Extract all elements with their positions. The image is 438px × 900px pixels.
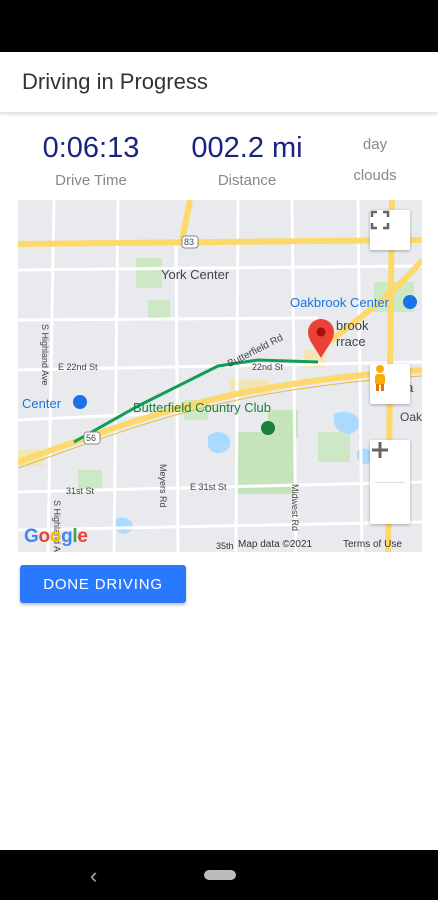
trip-stats: 0:06:13 Drive Time 002.2 mi Distance day… [0, 128, 438, 198]
distance-value: 002.2 mi [191, 132, 303, 164]
map-label-oak-brook: Oak Bro [400, 410, 422, 424]
done-driving-button[interactable]: DONE DRIVING [20, 565, 186, 603]
back-icon[interactable]: ‹ [90, 863, 97, 889]
status-bar [0, 0, 438, 52]
weather-time-of-day: day [362, 136, 388, 153]
distance-stat: 002.2 mi Distance [180, 128, 314, 189]
map-label-e-22nd-st: E 22nd St [58, 362, 98, 372]
map-label-center: Center [22, 396, 62, 411]
pegman-icon [375, 365, 385, 391]
weather-condition: clouds [353, 167, 397, 184]
map-label-route-83: 83 [184, 237, 195, 247]
drive-time-value: 0:06:13 [42, 132, 140, 164]
map-canvas [18, 200, 422, 552]
navigation-bar: ‹ [0, 850, 438, 900]
fullscreen-icon [370, 210, 390, 230]
fullscreen-button[interactable] [370, 210, 410, 250]
distance-label: Distance [217, 172, 277, 189]
zoom-out-button[interactable] [370, 448, 410, 524]
map-label-oakbrook-terrace-bottom: rrace [336, 334, 366, 349]
map-label-35th-st: 35th [216, 541, 234, 551]
map-label-22nd-st: 22nd St [252, 362, 284, 372]
street-view-button[interactable] [370, 364, 410, 404]
drive-time-stat: 0:06:13 Drive Time [30, 128, 152, 189]
terms-of-use-link[interactable]: Terms of Use [343, 539, 402, 550]
page-title: Driving in Progress [22, 69, 208, 94]
map-attribution[interactable]: Map data ©2021 [238, 539, 312, 550]
map-label-oakbrook-center: Oakbrook Center [290, 295, 389, 310]
drive-time-label: Drive Time [55, 172, 127, 189]
map-label-meyers-rd: Meyers Rd [158, 464, 168, 508]
map-view[interactable]: York Center Oakbrook Center brook rrace … [18, 200, 422, 552]
home-pill-button[interactable] [204, 870, 236, 880]
map-label-midwest-rd: Midwest Rd [290, 484, 300, 532]
map-label-butterfield-country-club: Butterfield Country Club [133, 400, 272, 415]
map-label-e-31st-st: E 31st St [190, 482, 227, 492]
zoom-controls [370, 440, 410, 524]
map-label-31st-st: 31st St [66, 486, 95, 496]
map-label-s-highland-ave-north: S Highland Ave [40, 324, 50, 386]
map-label-york-center: York Center [161, 267, 230, 282]
minus-icon [372, 448, 388, 452]
map-label-oakbrook-terrace-top: brook [336, 318, 369, 333]
app-bar: Driving in Progress [0, 52, 438, 113]
google-logo[interactable]: Google [24, 526, 88, 548]
map-label-route-56: 56 [86, 433, 97, 443]
